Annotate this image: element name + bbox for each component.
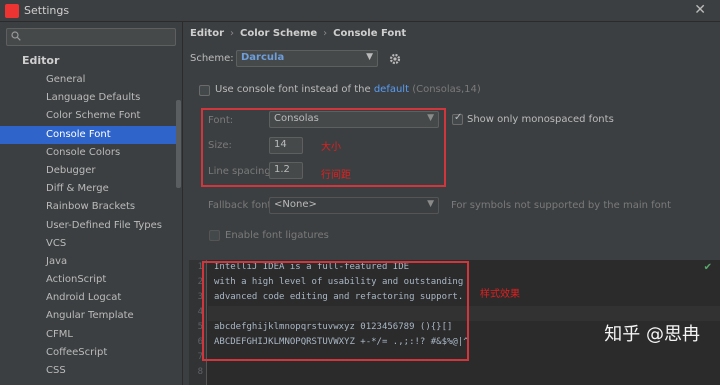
- sidebar-item-language-defaults[interactable]: Language Defaults: [0, 89, 176, 107]
- sidebar-item-java[interactable]: Java: [0, 253, 176, 271]
- sidebar-item-angular-template[interactable]: Angular Template: [0, 307, 176, 325]
- settings-sidebar: Editor General Language Defaults Color Sch…: [0, 22, 183, 385]
- breadcrumb-console-font: Console Font: [333, 28, 407, 39]
- scheme-label: Scheme:: [190, 53, 234, 64]
- default-link[interactable]: default: [374, 84, 409, 95]
- show-monospaced-label: Show only monospaced fonts: [467, 114, 614, 125]
- sidebar-item-color-scheme-font[interactable]: Color Scheme Font: [0, 107, 176, 125]
- sidebar-item-cfml[interactable]: CFML: [0, 326, 176, 344]
- fallback-dropdown[interactable]: <None> ▼: [269, 197, 439, 214]
- search-box[interactable]: [6, 28, 176, 46]
- default-hint: (Consolas,14): [412, 84, 481, 95]
- sidebar-scrollbar[interactable]: [176, 100, 181, 188]
- sidebar-item-css[interactable]: CSS: [0, 362, 176, 380]
- settings-tree: Editor General Language Defaults Color Sch…: [0, 52, 176, 380]
- ligatures-label: Enable font ligatures: [225, 230, 329, 241]
- close-icon[interactable]: ✕: [694, 2, 706, 18]
- sidebar-item-rainbow-brackets[interactable]: Rainbow Brackets: [0, 198, 176, 216]
- annotation-box-preview: [202, 261, 469, 361]
- sidebar-item-coffeescript[interactable]: CoffeeScript: [0, 344, 176, 362]
- annotation-box-font: [201, 108, 446, 187]
- fallback-label: Fallback font:: [208, 200, 275, 211]
- tree-header-editor[interactable]: Editor: [0, 52, 176, 70]
- app-icon: [5, 4, 19, 18]
- scheme-dropdown[interactable]: Darcula ▼: [236, 50, 378, 67]
- check-icon: ✔: [703, 262, 712, 273]
- sidebar-item-vcs[interactable]: VCS: [0, 235, 176, 253]
- search-icon: [11, 31, 21, 41]
- show-monospaced-checkbox[interactable]: [452, 112, 463, 125]
- breadcrumb-color-scheme[interactable]: Color Scheme: [240, 28, 317, 39]
- use-console-font-checkbox[interactable]: [199, 85, 210, 96]
- sidebar-item-actionscript[interactable]: ActionScript: [0, 271, 176, 289]
- sidebar-item-console-font[interactable]: Console Font: [0, 125, 176, 144]
- window-title: Settings: [24, 4, 70, 17]
- search-input[interactable]: [25, 30, 173, 44]
- chevron-down-icon: ▼: [427, 199, 434, 209]
- preview-annotation: 样式效果: [480, 289, 520, 300]
- sidebar-item-user-defined-file-types[interactable]: User-Defined File Types: [0, 217, 176, 235]
- sidebar-item-diff-merge[interactable]: Diff & Merge: [0, 180, 176, 198]
- gear-icon[interactable]: [388, 52, 402, 66]
- fallback-value: <None>: [274, 199, 317, 210]
- sidebar-item-general[interactable]: General: [0, 71, 176, 89]
- chevron-down-icon: ▼: [366, 52, 373, 62]
- ligatures-checkbox[interactable]: [209, 230, 220, 241]
- watermark: 知乎 @思冉: [604, 324, 700, 345]
- line-number: 8: [197, 367, 203, 377]
- use-console-font-label: Use console font instead of the default …: [215, 84, 481, 95]
- fallback-hint: For symbols not supported by the main fo…: [451, 200, 672, 211]
- breadcrumb: Editor › Color Scheme › Console Font: [190, 28, 407, 39]
- title-bar: Settings ✕: [0, 0, 720, 22]
- sidebar-item-android-logcat[interactable]: Android Logcat: [0, 289, 176, 307]
- sidebar-item-console-colors[interactable]: Console Colors: [0, 144, 176, 162]
- scheme-value: Darcula: [241, 52, 285, 63]
- sidebar-item-debugger[interactable]: Debugger: [0, 162, 176, 180]
- breadcrumb-editor[interactable]: Editor: [190, 28, 224, 39]
